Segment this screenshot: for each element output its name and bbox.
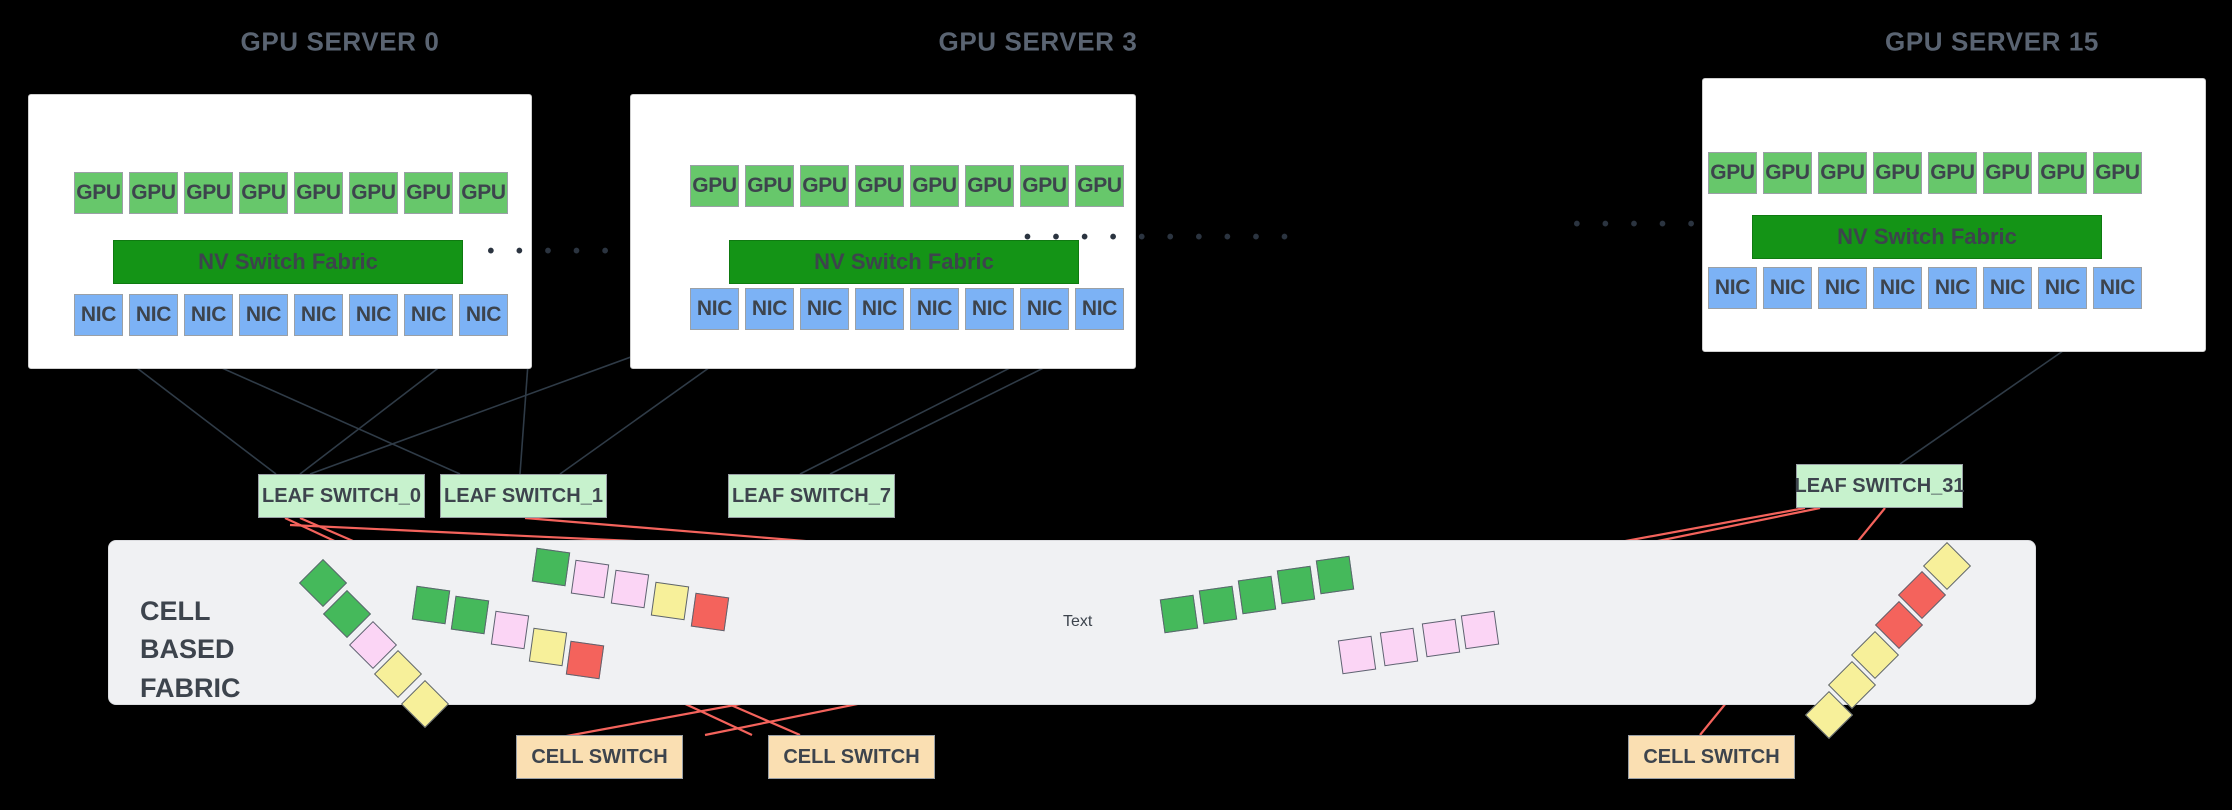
cell-switch-0[interactable]: CELL SWITCH <box>516 735 683 779</box>
nic-node-2-7[interactable]: NIC <box>2093 267 2142 309</box>
cell-packet-2-1 <box>570 559 610 599</box>
cell-packet-4-2 <box>1421 618 1461 658</box>
nic-node-1-0[interactable]: NIC <box>690 288 739 330</box>
nic-node-0-5[interactable]: NIC <box>349 294 398 336</box>
cell-based-fabric-label: CELL BASED FABRIC <box>140 596 241 703</box>
nic-node-0-1[interactable]: NIC <box>129 294 178 336</box>
gpu-node-1-4[interactable]: GPU <box>910 165 959 207</box>
server-title-1: GPU SERVER 3 <box>938 26 1138 57</box>
nic-node-2-4[interactable]: NIC <box>1928 267 1977 309</box>
cell-packet-2-2 <box>610 569 650 609</box>
leaf-switch-0[interactable]: LEAF SWITCH_0 <box>258 474 425 518</box>
gpu-node-0-6[interactable]: GPU <box>404 172 453 214</box>
server-ellipsis-2: • • • • • <box>1573 213 1703 236</box>
gpu-node-2-5[interactable]: GPU <box>1983 152 2032 194</box>
nic-node-1-3[interactable]: NIC <box>855 288 904 330</box>
gpu-node-1-1[interactable]: GPU <box>745 165 794 207</box>
gpu-node-1-0[interactable]: GPU <box>690 165 739 207</box>
cell-packet-4-3 <box>1460 610 1500 650</box>
cell-packet-4-1 <box>1379 627 1419 667</box>
nic-node-0-0[interactable]: NIC <box>74 294 123 336</box>
server-ellipsis-1: • • • • • • • • • • <box>1023 226 1297 249</box>
fabric-text-label: Text <box>1063 613 1093 630</box>
nic-node-2-0[interactable]: NIC <box>1708 267 1757 309</box>
cell-packet-3-3 <box>1276 565 1316 605</box>
nv-switch-fabric-2: NV Switch Fabric <box>1752 215 2102 259</box>
nic-node-2-1[interactable]: NIC <box>1763 267 1812 309</box>
cell-packet-1-3 <box>528 627 568 667</box>
nic-node-2-5[interactable]: NIC <box>1983 267 2032 309</box>
cell-packet-3-0 <box>1159 594 1199 634</box>
nic-node-0-7[interactable]: NIC <box>459 294 508 336</box>
nic-node-0-4[interactable]: NIC <box>294 294 343 336</box>
nic-node-1-5[interactable]: NIC <box>965 288 1014 330</box>
gpu-node-2-4[interactable]: GPU <box>1928 152 1977 194</box>
gpu-node-1-6[interactable]: GPU <box>1020 165 1069 207</box>
gpu-node-0-0[interactable]: GPU <box>74 172 123 214</box>
nic-node-1-6[interactable]: NIC <box>1020 288 1069 330</box>
gpu-node-1-2[interactable]: GPU <box>800 165 849 207</box>
gpu-node-2-6[interactable]: GPU <box>2038 152 2087 194</box>
nic-node-1-7[interactable]: NIC <box>1075 288 1124 330</box>
server-title-2: GPU SERVER 15 <box>1885 26 2099 57</box>
cell-packet-2-0 <box>531 547 571 587</box>
leaf-switch-3[interactable]: LEAF SWITCH_31 <box>1794 464 1965 508</box>
gpu-node-2-3[interactable]: GPU <box>1873 152 1922 194</box>
cell-packet-3-1 <box>1198 585 1238 625</box>
cell-packet-1-1 <box>450 595 490 635</box>
server-ellipsis-0: • • • • • <box>487 240 617 263</box>
gpu-node-2-7[interactable]: GPU <box>2093 152 2142 194</box>
gpu-node-0-3[interactable]: GPU <box>239 172 288 214</box>
gpu-node-2-2[interactable]: GPU <box>1818 152 1867 194</box>
gpu-node-0-7[interactable]: GPU <box>459 172 508 214</box>
gpu-node-0-1[interactable]: GPU <box>129 172 178 214</box>
leaf-switch-2[interactable]: LEAF SWITCH_7 <box>728 474 895 518</box>
nic-node-2-3[interactable]: NIC <box>1873 267 1922 309</box>
server-title-0: GPU SERVER 0 <box>240 26 440 57</box>
cell-packet-2-3 <box>650 581 690 621</box>
cell-packet-1-2 <box>490 610 530 650</box>
nic-node-1-2[interactable]: NIC <box>800 288 849 330</box>
cell-packet-3-2 <box>1237 575 1277 615</box>
nic-node-1-1[interactable]: NIC <box>745 288 794 330</box>
gpu-node-1-5[interactable]: GPU <box>965 165 1014 207</box>
nic-node-0-3[interactable]: NIC <box>239 294 288 336</box>
cell-packet-1-4 <box>565 640 605 680</box>
nic-node-0-6[interactable]: NIC <box>404 294 453 336</box>
nv-switch-fabric-0: NV Switch Fabric <box>113 240 463 284</box>
gpu-node-0-2[interactable]: GPU <box>184 172 233 214</box>
gpu-node-2-0[interactable]: GPU <box>1708 152 1757 194</box>
diagram-canvas: GPU SERVER 0 NV Switch Fabric GPU GPU GPU GPU… <box>0 0 2232 810</box>
cell-switch-1[interactable]: CELL SWITCH <box>768 735 935 779</box>
nic-node-0-2[interactable]: NIC <box>184 294 233 336</box>
gpu-node-0-5[interactable]: GPU <box>349 172 398 214</box>
cell-switch-2[interactable]: CELL SWITCH <box>1628 735 1795 779</box>
gpu-node-0-4[interactable]: GPU <box>294 172 343 214</box>
cell-packet-4-0 <box>1337 635 1377 675</box>
gpu-node-2-1[interactable]: GPU <box>1763 152 1812 194</box>
cell-packet-3-4 <box>1315 555 1355 595</box>
gpu-node-1-7[interactable]: GPU <box>1075 165 1124 207</box>
leaf-switch-1[interactable]: LEAF SWITCH_1 <box>440 474 607 518</box>
nic-node-2-2[interactable]: NIC <box>1818 267 1867 309</box>
cell-packet-1-0 <box>411 585 451 625</box>
gpu-node-1-3[interactable]: GPU <box>855 165 904 207</box>
nic-node-2-6[interactable]: NIC <box>2038 267 2087 309</box>
cell-packet-2-4 <box>690 592 730 632</box>
nic-node-1-4[interactable]: NIC <box>910 288 959 330</box>
